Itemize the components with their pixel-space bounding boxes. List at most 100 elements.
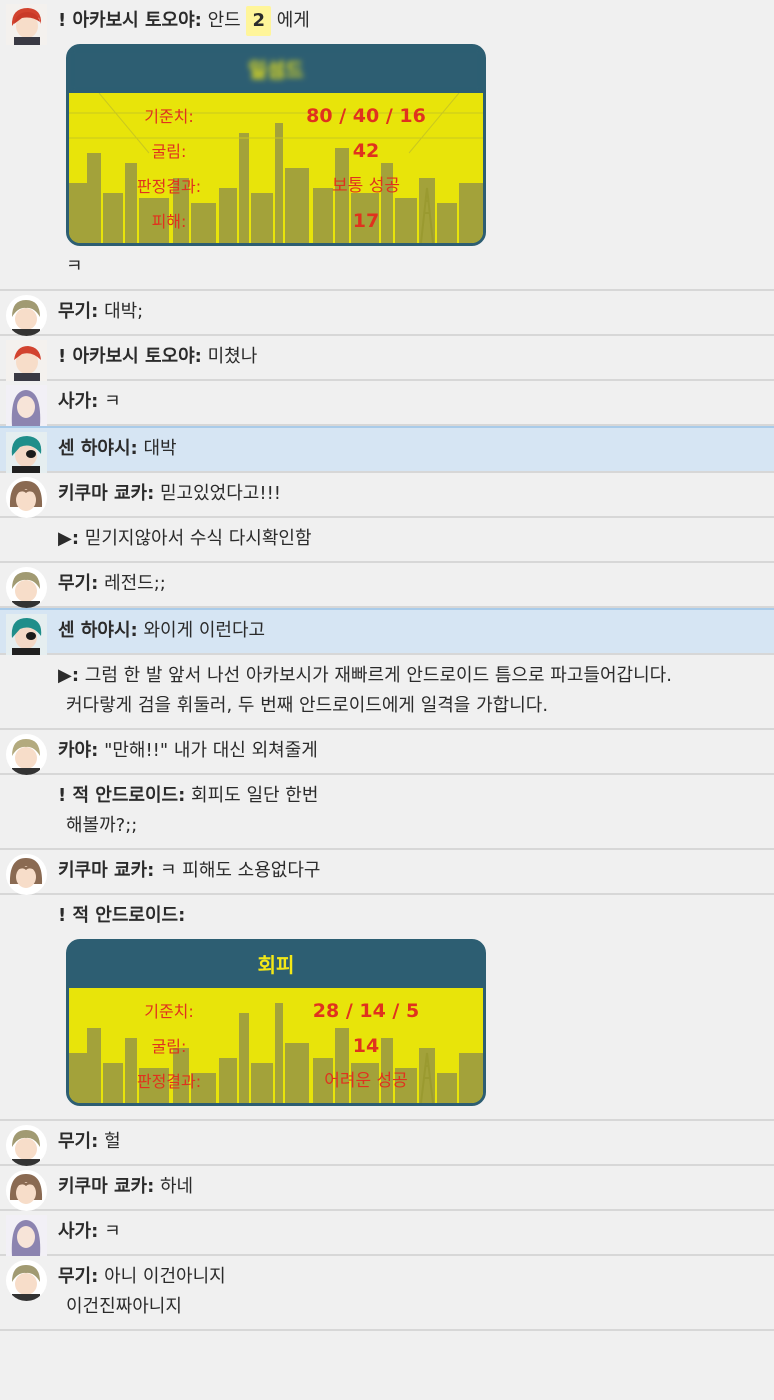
message-text: ㅋ 피해도 소용없다구 xyxy=(160,860,321,881)
green-hair-avatar[interactable] xyxy=(6,1260,47,1301)
stat-row: 판정결과: 어려운 성공 xyxy=(69,1064,483,1099)
stat-value: 80 / 40 / 16 xyxy=(306,105,426,127)
message-text: "만해!!" 내가 대신 외쳐줄게 xyxy=(104,740,318,761)
narrator-name: ▶: xyxy=(58,665,80,686)
sender-name: 키쿠마 쿄카: xyxy=(58,1176,155,1197)
stat-row: 굴림: 14 xyxy=(69,1029,483,1064)
green-hair-avatar[interactable] xyxy=(6,567,47,608)
chat-message: 키쿠마 쿄카: ㅋ 피해도 소용없다구 xyxy=(0,850,774,895)
stat-label: 기준치: xyxy=(144,1002,194,1021)
roll-result-card: 회피 기준치: 28 / 14 / 5 굴림: 14 판정결과: 어려운 성공 xyxy=(66,939,486,1106)
stat-label: 굴림: xyxy=(151,142,187,161)
sender-name: ! 아카보시 토오야: xyxy=(58,346,202,367)
stat-value: 14 xyxy=(352,1035,380,1057)
red-hair-avatar[interactable] xyxy=(6,4,47,45)
roll-result-card: 일섬드 기준치: 80 / 40 / 16 굴림: 42 판정결과: 보통 성공… xyxy=(66,44,486,246)
message-text: ㅋ xyxy=(66,256,83,277)
stat-row: 피해: 17 xyxy=(69,204,483,239)
message-text: 에게 xyxy=(276,10,310,31)
sender-name: ! 아카보시 토오야: xyxy=(58,10,202,31)
sender-name: ! 적 안드로이드: xyxy=(58,905,186,926)
message-text: 헐 xyxy=(104,1131,121,1152)
green-hair-avatar[interactable] xyxy=(6,295,47,336)
message-text: 레전드;; xyxy=(104,573,166,594)
sender-name: ! 적 안드로이드: xyxy=(58,785,186,806)
chat-message: ▶: 그럼 한 발 앞서 나선 아카보시가 재빠르게 안드로이드 틈으로 파고들… xyxy=(0,655,774,730)
stat-row: 굴림: 42 xyxy=(69,134,483,169)
card-title: 회피 xyxy=(69,942,483,988)
chat-message: 키쿠마 쿄카: 믿고있었다고!!! xyxy=(0,473,774,518)
teal-hair-eyepatch-avatar[interactable] xyxy=(6,432,47,473)
chat-message: 무기: 아니 이건아니지 이건진짜아니지 xyxy=(0,1256,774,1331)
message-text: 회피도 일단 한번 xyxy=(191,785,319,806)
narrator-name: ▶: xyxy=(58,528,80,549)
sender-name: 센 하야시: xyxy=(58,438,138,459)
sender-name: 카야: xyxy=(58,740,99,761)
red-hair-avatar[interactable] xyxy=(6,340,47,381)
message-text: ㅋ xyxy=(104,391,121,412)
stat-label: 판정결과: xyxy=(136,177,202,196)
message-text: 믿기지않아서 수식 다시확인함 xyxy=(84,528,312,549)
message-text: 안드 xyxy=(207,10,241,31)
chat-message: 카야: "만해!!" 내가 대신 외쳐줄게 xyxy=(0,730,774,775)
sender-name: 무기: xyxy=(58,301,99,322)
chat-message: ! 적 안드로이드: 회피 기준치: 28 / 14 / 5 굴림: 14 판정… xyxy=(0,895,774,1121)
brown-hair-avatar[interactable] xyxy=(6,477,47,518)
chat-message: 무기: 헐 xyxy=(0,1121,774,1166)
chat-message: 사가: ㅋ xyxy=(0,1211,774,1256)
stat-label: 기준치: xyxy=(144,107,194,126)
sender-name: 사가: xyxy=(58,1221,99,1242)
sender-name: 무기: xyxy=(58,1131,99,1152)
green-hair-avatar[interactable] xyxy=(6,734,47,775)
chat-message: ! 적 안드로이드: 회피도 일단 한번 해볼까?;; xyxy=(0,775,774,850)
message-text: 믿고있었다고!!! xyxy=(160,483,282,504)
message-text: 와이게 이런다고 xyxy=(143,620,266,641)
sender-name: 무기: xyxy=(58,1266,99,1287)
stat-label: 피해: xyxy=(151,212,187,231)
stat-row: 기준치: 28 / 14 / 5 xyxy=(69,994,483,1029)
message-text: 해볼까?;; xyxy=(66,815,138,836)
chat-message: 사가: ㅋ xyxy=(0,381,774,426)
purple-hair-avatar[interactable] xyxy=(6,385,47,426)
chat-message: ! 아카보시 토오야: 미쳤나 xyxy=(0,336,774,381)
sender-name: 키쿠마 쿄카: xyxy=(58,860,155,881)
message-text: 하네 xyxy=(160,1176,194,1197)
chat-message: 무기: 대박; xyxy=(0,291,774,336)
stat-row: 기준치: 80 / 40 / 16 xyxy=(69,99,483,134)
card-body: 기준치: 80 / 40 / 16 굴림: 42 판정결과: 보통 성공 피해: 17 xyxy=(69,93,483,243)
purple-hair-avatar[interactable] xyxy=(6,1215,47,1256)
stat-value: 어려운 성공 xyxy=(324,1071,408,1091)
sender-name: 센 하야시: xyxy=(58,620,138,641)
card-body: 기준치: 28 / 14 / 5 굴림: 14 판정결과: 어려운 성공 xyxy=(69,988,483,1103)
brown-hair-avatar[interactable] xyxy=(6,854,47,895)
brown-hair-avatar[interactable] xyxy=(6,1170,47,1211)
chat-log: ! 아카보시 토오야: 안드 2 에게 일섬드 기준치: 80 / 40 / 1… xyxy=(0,0,774,1400)
stat-value: 28 / 14 / 5 xyxy=(312,1000,420,1022)
stat-row: 판정결과: 보통 성공 xyxy=(69,169,483,204)
sender-name: 무기: xyxy=(58,573,99,594)
sender-name: 키쿠마 쿄카: xyxy=(58,483,155,504)
chat-message: 센 하야시: 와이게 이런다고 xyxy=(0,608,774,655)
message-text: 대박; xyxy=(104,301,144,322)
chat-message: 센 하야시: 대박 xyxy=(0,426,774,473)
message-text: 커다랗게 검을 휘둘러, 두 번째 안드로이드에게 일격을 가합니다. xyxy=(66,695,549,716)
stat-value: 42 xyxy=(352,140,380,162)
green-hair-avatar[interactable] xyxy=(6,1125,47,1166)
message-text: 그럼 한 발 앞서 나선 아카보시가 재빠르게 안드로이드 틈으로 파고들어갑니… xyxy=(84,665,672,686)
stat-value: 보통 성공 xyxy=(332,176,400,196)
chat-message: ▶: 믿기지않아서 수식 다시확인함 xyxy=(0,518,774,563)
message-text: 아니 이건아니지 xyxy=(104,1266,226,1287)
message-text: ㅋ xyxy=(104,1221,121,1242)
stat-value: 17 xyxy=(352,210,380,232)
teal-hair-eyepatch-avatar[interactable] xyxy=(6,614,47,655)
stat-label: 판정결과: xyxy=(136,1072,202,1091)
dice-count-badge: 2 xyxy=(246,6,271,36)
message-text: 미쳤나 xyxy=(207,346,258,367)
message-text: 이건진짜아니지 xyxy=(66,1296,182,1317)
message-text: 대박 xyxy=(143,438,177,459)
chat-message: 무기: 레전드;; xyxy=(0,563,774,608)
chat-message: ! 아카보시 토오야: 안드 2 에게 일섬드 기준치: 80 / 40 / 1… xyxy=(0,0,774,291)
sender-name: 사가: xyxy=(58,391,99,412)
card-title: 일섬드 xyxy=(69,47,483,93)
stat-label: 굴림: xyxy=(151,1037,187,1056)
